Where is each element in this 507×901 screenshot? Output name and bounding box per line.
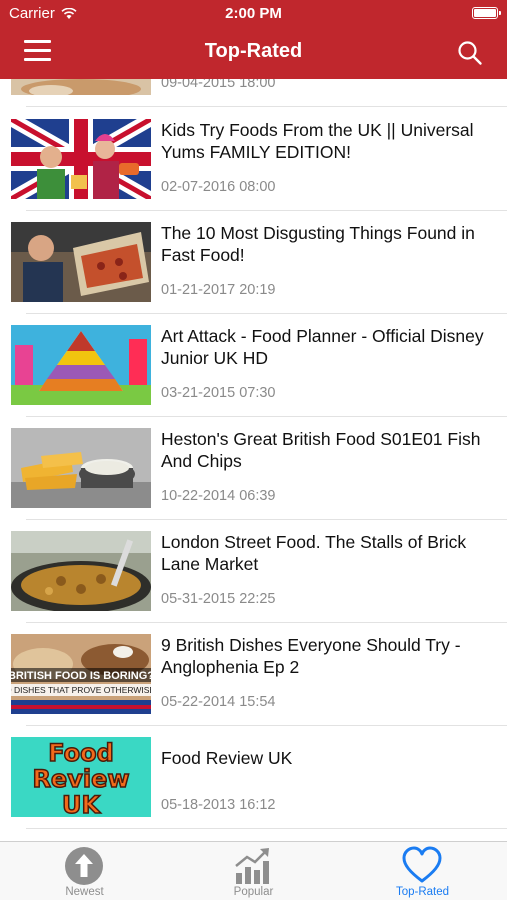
row-divider — [26, 828, 507, 829]
status-time: 2:00 PM — [225, 5, 282, 22]
tab-label: Popular — [233, 886, 274, 898]
thumbnail-word-1: Food — [48, 739, 114, 767]
video-date: 01-21-2017 20:19 — [161, 282, 276, 298]
thumbnail-headline: BRITISH FOOD IS BORING? — [11, 670, 151, 682]
video-thumbnail[interactable] — [11, 325, 151, 405]
tab-newest[interactable]: Newest — [0, 842, 169, 901]
video-date: 03-21-2015 07:30 — [161, 385, 276, 401]
video-date: 05-31-2015 22:25 — [161, 591, 276, 607]
battery-icon — [472, 7, 501, 19]
thumbnail-subheadline: 9 DISHES THAT PROVE OTHERWISE — [11, 685, 151, 695]
navigation-bar: Top-Rated — [0, 28, 507, 79]
video-row[interactable]: Food Review UK Food Review UK 05-18-2013… — [0, 726, 507, 829]
video-date: 10-22-2014 06:39 — [161, 488, 276, 504]
video-title: The 10 Most Disgusting Things Found in F… — [161, 223, 475, 265]
page-title: Top-Rated — [204, 40, 303, 62]
heart-icon — [402, 846, 442, 883]
video-row[interactable]: Art Attack - Food Planner - Official Dis… — [0, 314, 507, 417]
video-row[interactable]: Kids Try Foods From the UK || Universal … — [0, 108, 507, 211]
video-row[interactable]: The 10 Most Disgusting Things Found in F… — [0, 211, 507, 314]
thumbnail-word-3: UK — [62, 791, 101, 817]
video-title: London Street Food. The Stalls of Brick … — [161, 532, 467, 574]
video-row[interactable]: Heston's Great British Food S01E01 Fish … — [0, 417, 507, 520]
video-thumbnail[interactable] — [11, 428, 151, 508]
tab-popular[interactable]: Popular — [169, 842, 338, 901]
video-thumbnail[interactable] — [11, 79, 151, 95]
video-title: Art Attack - Food Planner - Official Dis… — [161, 326, 484, 368]
video-date: 02-07-2016 08:00 — [161, 179, 276, 195]
video-list[interactable]: 09-04-2015 18:00 Kids Try Foods From the… — [0, 79, 507, 841]
video-thumbnail[interactable] — [11, 222, 151, 302]
tab-label: Top-Rated — [395, 886, 450, 898]
video-date: 05-18-2013 16:12 — [161, 797, 276, 813]
video-thumbnail[interactable]: BRITISH FOOD IS BORING? 9 DISHES THAT PR… — [11, 634, 151, 714]
video-thumbnail[interactable] — [11, 531, 151, 611]
video-date: 09-04-2015 18:00 — [161, 79, 276, 91]
video-row[interactable]: London Street Food. The Stalls of Brick … — [0, 520, 507, 623]
video-row[interactable]: 09-04-2015 18:00 — [0, 79, 507, 107]
thumbnail-word-2: Review — [32, 765, 129, 793]
video-title: Heston's Great British Food S01E01 Fish … — [161, 429, 481, 471]
tab-bar: Newest Popular Top-Rated — [0, 841, 507, 900]
tab-label: Newest — [65, 886, 104, 898]
video-title: Kids Try Foods From the UK || Universal … — [161, 120, 474, 162]
tab-top-rated[interactable]: Top-Rated — [338, 842, 507, 901]
search-icon[interactable] — [457, 40, 483, 66]
video-thumbnail[interactable]: Food Review UK — [11, 737, 151, 817]
app-header: Carrier 2:00 PM Top-Rated — [0, 0, 507, 79]
video-title: Food Review UK — [161, 748, 293, 768]
status-bar: Carrier 2:00 PM — [0, 0, 507, 28]
video-date: 05-22-2014 15:54 — [161, 694, 276, 710]
trending-chart-icon — [235, 848, 269, 884]
video-thumbnail[interactable] — [11, 119, 151, 199]
video-title: 9 British Dishes Everyone Should Try - A… — [161, 635, 461, 677]
up-arrow-circle-icon — [65, 847, 103, 885]
video-row[interactable]: BRITISH FOOD IS BORING? 9 DISHES THAT PR… — [0, 623, 507, 726]
row-divider — [26, 106, 507, 107]
